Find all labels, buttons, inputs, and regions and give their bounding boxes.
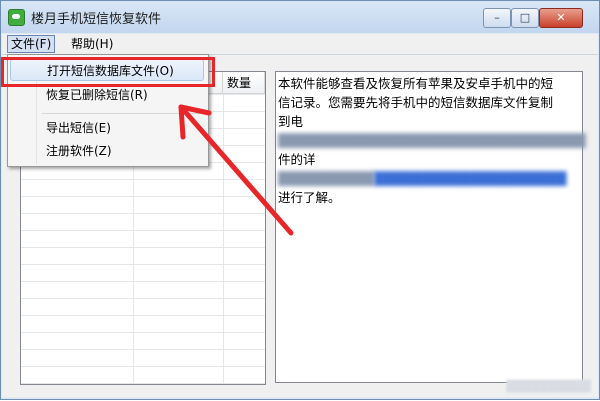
watermark: ██████████ [506,380,591,393]
red-arrow-annotation [178,104,294,236]
app-window: 楼月手机短信恢复软件 – □ ✕ 文件(F) 帮助(H) 数量 本软件能够查看及… [0,0,600,400]
